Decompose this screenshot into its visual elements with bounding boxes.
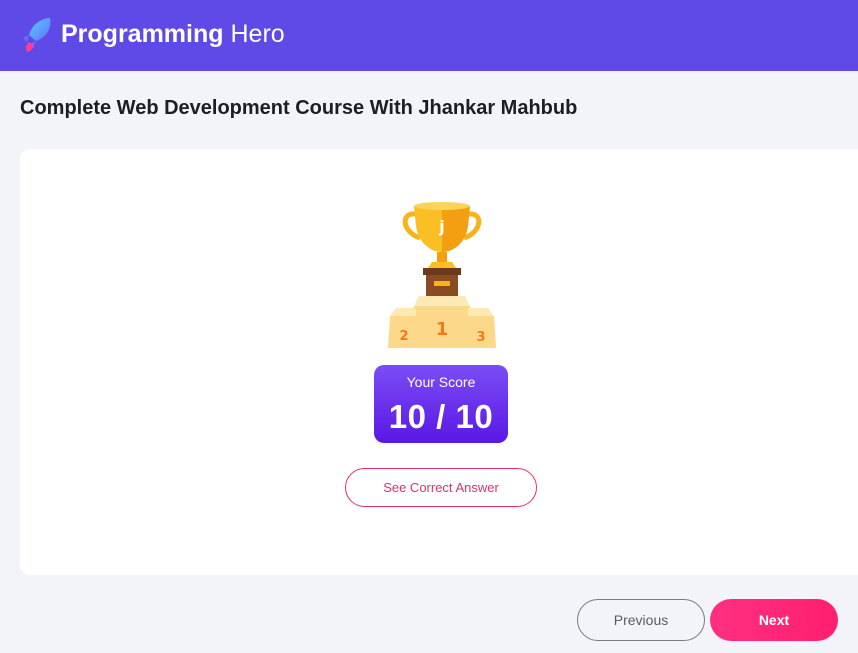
rocket-logo-icon[interactable] (20, 16, 54, 54)
svg-text:2: 2 (399, 329, 408, 344)
course-title: Complete Web Development Course With Jha… (20, 97, 578, 119)
score-label: Your Score (406, 374, 476, 390)
brand-secondary: Hero (230, 20, 285, 48)
svg-text:1: 1 (436, 319, 449, 340)
top-navbar: Programming Hero (0, 0, 858, 71)
see-correct-answer-button[interactable]: See Correct Answer (345, 468, 537, 507)
next-button[interactable]: Next (710, 599, 838, 641)
score-badge: Your Score 10 / 10 (374, 365, 508, 443)
brand-name[interactable]: Programming Hero (61, 19, 285, 49)
previous-button[interactable]: Previous (577, 599, 705, 641)
svg-text:3: 3 (476, 330, 485, 345)
score-value: 10 / 10 (388, 398, 494, 435)
brand-primary: Programming (61, 20, 224, 48)
trophy-podium-icon: j 1 2 3 (388, 202, 496, 348)
svg-text:j: j (438, 217, 444, 236)
